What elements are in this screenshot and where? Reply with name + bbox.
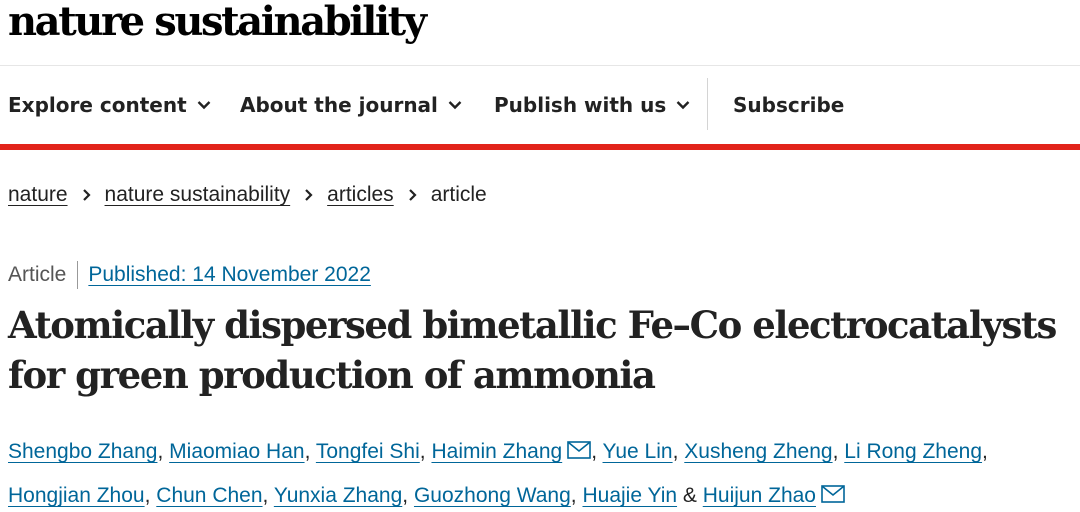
nav-explore-content[interactable]: Explore content [8,66,211,144]
author-link[interactable]: Miaomiao Han [169,440,304,463]
nav-about-label: About the journal [240,93,438,117]
nav-publish-with-us[interactable]: Publish with us [494,66,690,144]
nav-publish-label: Publish with us [494,93,667,117]
author-separator: , [672,440,679,463]
nav-subscribe-label: Subscribe [733,93,845,117]
nav-subscribe[interactable]: Subscribe [733,66,844,144]
author-link[interactable]: Hongjian Zhou [8,484,145,507]
article-title-line-1: Atomically dispersed bimetallic Fe–Co el… [8,303,1057,347]
author-separator: , [144,484,151,507]
nav-divider [707,78,708,130]
breadcrumb-link-nature[interactable]: nature [8,183,68,207]
main-navigation: Explore content About the journal Publis… [0,66,1080,144]
author-link[interactable]: Guozhong Wang [414,484,571,507]
breadcrumb-current: article [430,183,487,206]
article-title-line-2: for green production of ammonia [8,353,656,397]
author-link[interactable]: Tongfei Shi [316,440,420,463]
author-link[interactable]: Huijun Zhao [703,484,816,507]
author-separator: , [157,440,164,463]
author-line-1: Shengbo Zhang, Miaomiao Han, Tongfei Shi… [8,430,1080,474]
author-separator: , [262,484,269,507]
envelope-icon[interactable] [567,431,592,475]
chevron-right-icon [408,188,417,202]
author-link[interactable]: Haimin Zhang [431,440,562,463]
envelope-icon[interactable] [821,475,845,512]
author-separator: , [570,484,577,507]
author-link[interactable]: Xusheng Zheng [684,440,832,463]
author-separator: , [982,440,988,463]
site-header: nature sustainability [0,0,1080,66]
author-separator: , [402,484,409,507]
author-separator: , [419,440,426,463]
journal-logo[interactable]: nature sustainability [8,0,427,45]
breadcrumb-link-articles[interactable]: articles [327,183,394,207]
chevron-right-icon [304,188,313,202]
chevron-right-icon [82,188,91,202]
nav-explore-label: Explore content [8,93,187,117]
accent-rule [0,144,1080,150]
author-separator: , [304,440,311,463]
breadcrumb: nature nature sustainability articles ar… [8,180,487,210]
author-separator: , [832,440,839,463]
chevron-down-icon [448,100,462,110]
author-list: Shengbo Zhang, Miaomiao Han, Tongfei Shi… [8,430,1080,512]
author-link[interactable]: Shengbo Zhang [8,440,157,463]
author-line-2: Hongjian Zhou, Chun Chen, Yunxia Zhang, … [8,474,1080,512]
article-title: Atomically dispersed bimetallic Fe–Co el… [8,300,1080,400]
nav-about-journal[interactable]: About the journal [240,66,462,144]
meta-divider [77,261,79,289]
author-link[interactable]: Chun Chen [156,484,262,507]
author-conjunction: & [682,484,697,507]
author-link[interactable]: Huajie Yin [582,484,677,507]
published-date-link[interactable]: Published: 14 November 2022 [88,263,371,287]
author-link[interactable]: Yue Lin [603,440,673,463]
breadcrumb-link-journal[interactable]: nature sustainability [105,183,291,207]
chevron-down-icon [676,100,690,110]
article-meta: Article Published: 14 November 2022 [8,260,371,290]
author-separator: , [591,440,598,463]
author-link[interactable]: Li Rong Zheng [844,440,982,463]
author-link[interactable]: Yunxia Zhang [274,484,402,507]
article-type: Article [8,263,67,286]
chevron-down-icon [197,100,211,110]
